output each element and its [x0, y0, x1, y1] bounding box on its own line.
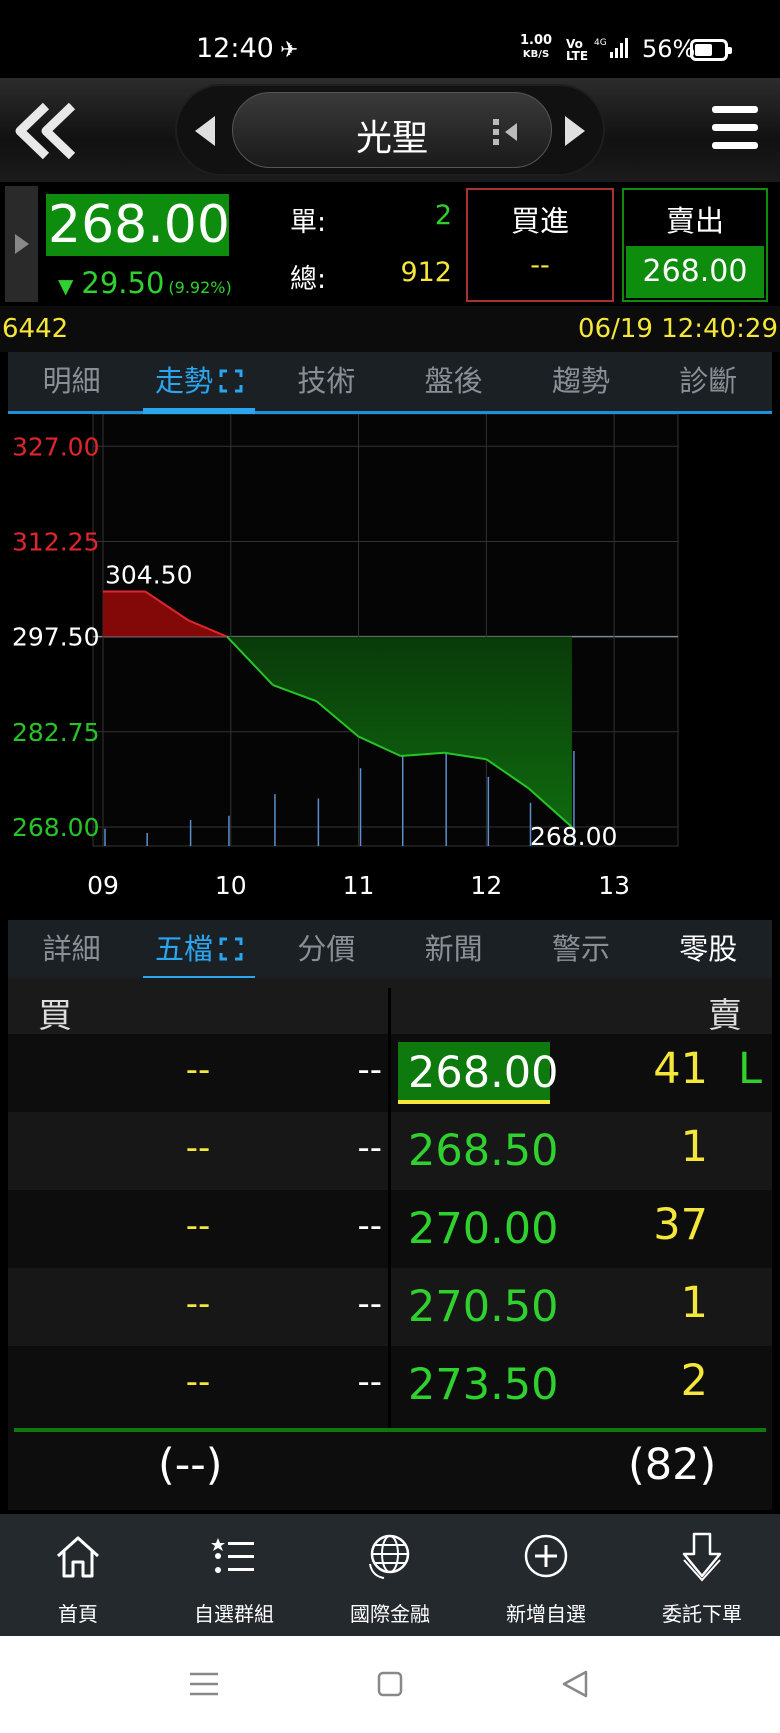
home-icon [56, 1536, 100, 1578]
quote-panel: 268.00 ▼ 29.50 (9.92%) 單: 2 總: 912 買進 -- 賣… [0, 182, 780, 306]
last-price: 268.00 [46, 194, 230, 256]
tab-trend[interactable]: 走勢 [135, 352, 262, 414]
buy-header: 買 [38, 996, 72, 1036]
tab-diagnosis[interactable]: 診斷 [645, 352, 772, 411]
buy-button[interactable]: 買進 -- [466, 188, 614, 302]
order-book: 買 賣 -- -- 268.00 41 L -- -- 268.50 1 -- … [8, 978, 772, 1510]
book-sum-line [14, 1428, 766, 1432]
y-tick-label: 282.75 [12, 718, 99, 747]
hamburger-menu-icon[interactable] [712, 106, 758, 156]
buy-total: (--) [158, 1440, 223, 1490]
tab-alerts[interactable]: 警示 [517, 920, 644, 979]
low-label: 268.00 [530, 822, 617, 851]
sell-header: 賣 [708, 996, 742, 1036]
status-bar: 12:40 ✈ 1.00 KB/S Vo LTE 4G 56% [0, 0, 780, 78]
volte-indicator: Vo LTE [566, 37, 589, 63]
x-tick-label: 10 [215, 871, 247, 900]
tab-odd-lot[interactable]: 零股 [645, 920, 772, 979]
nav-watchlist-groups[interactable]: 自選群組 [156, 1514, 312, 1636]
prev-stock-button[interactable] [195, 116, 215, 146]
single-volume-value: 2 [434, 200, 452, 231]
home-button-icon[interactable] [370, 1664, 410, 1704]
fullscreen-icon[interactable] [219, 937, 243, 961]
tab-five-levels[interactable]: 五檔 [135, 920, 262, 982]
y-tick-label: 268.00 [12, 813, 99, 842]
stock-switcher: 光聖 [175, 84, 605, 176]
back-button-icon[interactable] [556, 1664, 596, 1704]
tab-detail[interactable]: 明細 [8, 352, 135, 411]
nav-add-watchlist[interactable]: 新增自選 [468, 1514, 624, 1636]
book-divider [388, 988, 391, 1432]
chart-svg: 327.00 312.25 297.50 282.75 268.00 09 10 11 12 13… [12, 413, 679, 900]
tab-details[interactable]: 詳細 [8, 920, 135, 979]
stock-code: 6442 [2, 314, 69, 344]
x-tick-label: 11 [343, 871, 375, 900]
double-chevron-left-icon[interactable] [10, 98, 80, 164]
switch-icon [493, 119, 517, 145]
nav-place-order[interactable]: 委託下單 [624, 1514, 780, 1636]
y-tick-label: 312.25 [12, 527, 99, 556]
nav-international[interactable]: 國際金融 [312, 1514, 468, 1636]
tab-momentum[interactable]: 趨勢 [517, 352, 644, 411]
chart-tabs: 明細 走勢 技術 盤後 趨勢 診斷 [8, 352, 772, 414]
svg-text:4G: 4G [594, 38, 607, 48]
y-tick-label: 327.00 [12, 432, 99, 461]
status-time: 12:40 [196, 33, 274, 64]
fullscreen-icon[interactable] [219, 369, 243, 393]
stock-title-box[interactable]: 光聖 [232, 92, 552, 168]
total-volume-label: 總: [290, 264, 327, 295]
limit-flag: L [738, 1044, 762, 1094]
nav-home[interactable]: 首頁 [0, 1514, 156, 1636]
signal-icon: 4G [594, 38, 628, 58]
quote-datetime: 06/19 12:40:29 [578, 314, 778, 344]
intraday-chart: 327.00 312.25 297.50 282.75 268.00 09 10 11 12 13… [8, 413, 772, 920]
x-tick-label: 13 [598, 871, 630, 900]
tab-after-hours[interactable]: 盤後 [390, 352, 517, 411]
system-nav-bar [0, 1636, 780, 1733]
bottom-nav: 首頁 自選群組 國際金融 新增自選 委託下單 [0, 1514, 780, 1636]
globe-icon [369, 1534, 410, 1579]
battery-icon [690, 39, 732, 61]
app-header: 光聖 [0, 78, 780, 182]
download-arrow-icon [682, 1532, 722, 1582]
tab-news[interactable]: 新聞 [390, 920, 517, 979]
sell-button[interactable]: 賣出 268.00 [622, 188, 768, 302]
book-tabs: 詳細 五檔 分價 新聞 警示 零股 [8, 920, 772, 982]
total-volume-value: 912 [400, 257, 452, 288]
tab-price-volume[interactable]: 分價 [263, 920, 390, 979]
x-tick-label: 09 [87, 871, 119, 900]
list-star-icon [211, 1538, 254, 1573]
recent-apps-icon[interactable] [184, 1664, 224, 1704]
network-speed: 1.00 KB/S [520, 33, 553, 61]
y-tick-label: 297.50 [12, 623, 99, 652]
info-bar: 6442 06/19 12:40:29 [0, 306, 780, 352]
sell-total: (82) [628, 1440, 717, 1490]
tab-technical[interactable]: 技術 [263, 352, 390, 411]
price-change: ▼ 29.50 (9.92%) [58, 266, 232, 300]
expand-arrow-icon[interactable] [5, 186, 38, 302]
down-arrow-icon: ▼ [58, 274, 74, 298]
battery-percent: 56% [642, 35, 696, 63]
high-label: 304.50 [105, 560, 192, 589]
x-tick-label: 12 [470, 871, 502, 900]
single-volume-label: 單: [290, 207, 327, 238]
plus-circle-icon [524, 1534, 568, 1578]
notification-icon: ✈ [280, 38, 299, 63]
next-stock-button[interactable] [565, 116, 585, 146]
